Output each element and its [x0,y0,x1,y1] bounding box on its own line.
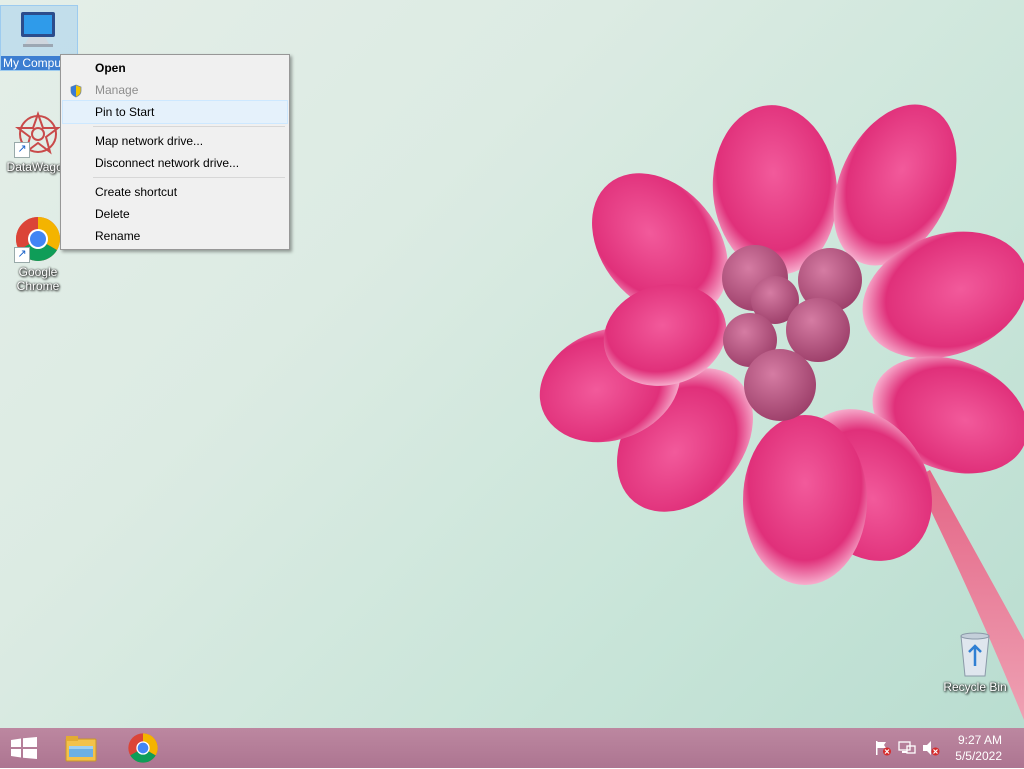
menu-item-map-network-drive[interactable]: Map network drive... [63,130,287,152]
clock-time: 9:27 AM [957,733,1002,747]
windows-logo-icon [11,737,37,764]
desktop-icon-label: Recycle Bin [943,680,1007,694]
clock[interactable]: 9:27 AM 5/5/2022 [942,732,1002,764]
menu-item-label: Create shortcut [95,185,178,199]
datawagon-icon: ↗ [14,110,62,158]
menu-item-create-shortcut[interactable]: Create shortcut [63,181,287,203]
volume-muted-icon[interactable] [922,740,940,756]
network-icon[interactable] [898,740,916,756]
menu-item-disconnect-network-drive[interactable]: Disconnect network drive... [63,152,287,174]
shortcut-arrow-icon: ↗ [14,142,30,158]
taskbar-google-chrome[interactable] [120,728,166,768]
chrome-icon: ↗ [14,215,62,263]
menu-item-label: Open [95,61,126,75]
menu-item-label: Disconnect network drive... [95,156,240,170]
start-button[interactable] [0,728,48,768]
menu-item-label: Pin to Start [95,105,155,119]
clock-date: 5/5/2022 [955,749,1002,763]
menu-separator [93,126,285,127]
menu-separator [93,177,285,178]
menu-item-label: Map network drive... [95,134,204,148]
recycle-bin-icon [951,630,999,678]
menu-item-manage[interactable]: Manage [63,79,287,101]
menu-item-delete[interactable]: Delete [63,203,287,225]
menu-item-label: Manage [95,83,139,97]
computer-icon [15,6,63,54]
desktop-icon-recycle-bin[interactable]: Recycle Bin [937,630,1013,694]
shield-icon [69,83,83,98]
menu-item-open[interactable]: Open [63,57,287,79]
chrome-icon [127,732,159,769]
desktop-icon-label: Google Chrome [16,265,60,293]
menu-item-rename[interactable]: Rename [63,225,287,247]
menu-item-label: Rename [95,229,141,243]
file-explorer-icon [65,734,97,767]
taskbar-file-explorer[interactable] [58,728,104,768]
action-center-flag-icon[interactable] [874,740,892,756]
menu-item-pin-to-start[interactable]: Pin to Start [62,100,288,124]
taskbar: 9:27 AM 5/5/2022 [0,728,1024,768]
context-menu: Open Manage Pin to Start Map network dri… [60,54,290,250]
menu-item-label: Delete [95,207,130,221]
shortcut-arrow-icon: ↗ [14,247,30,263]
desktop[interactable]: My Computer ↗ DataWagon ↗ Google Chrome … [0,0,1024,728]
